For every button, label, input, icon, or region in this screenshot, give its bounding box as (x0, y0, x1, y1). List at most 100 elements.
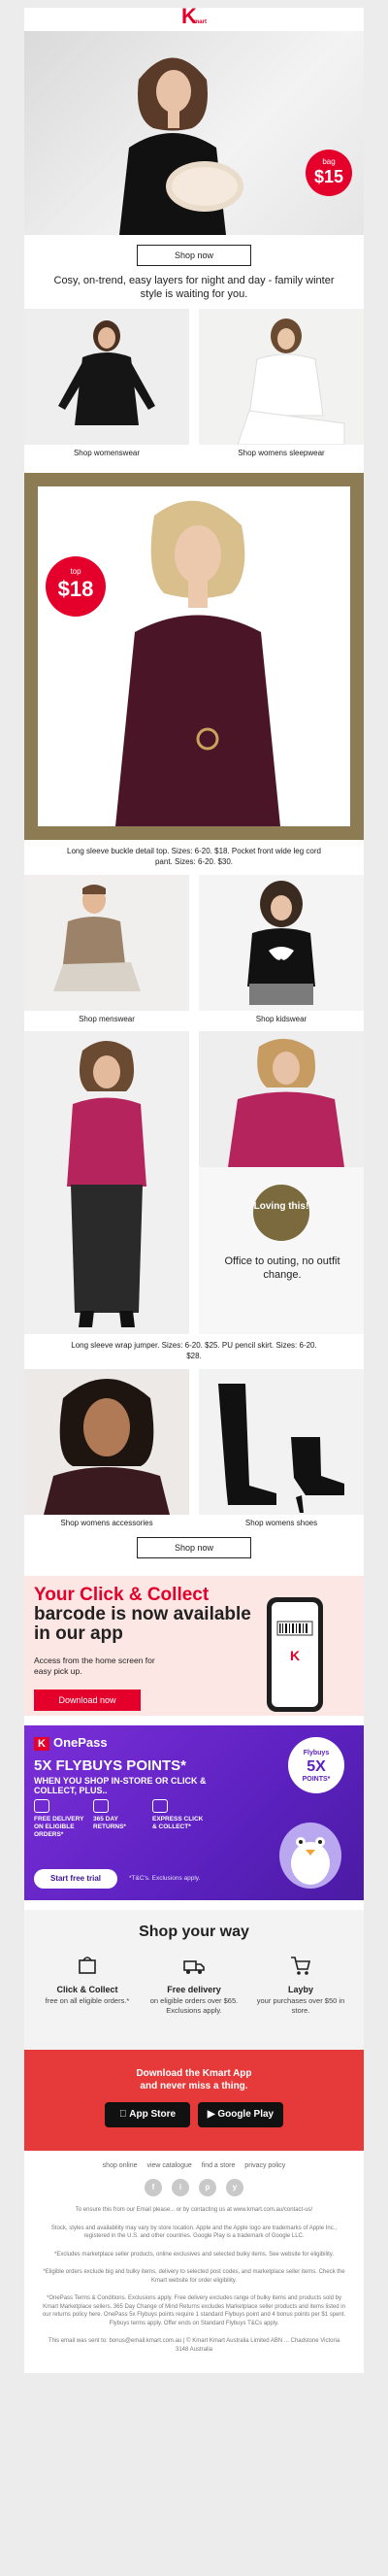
brand-small: mart (193, 19, 207, 25)
pinterest-icon[interactable]: p (199, 2179, 216, 2196)
shoes-image[interactable] (199, 1369, 364, 1515)
shopping-cart-icon (291, 1957, 311, 1975)
app-band-heading: Download the Kmart App and never miss a … (24, 2050, 364, 2092)
svg-text:K: K (290, 1648, 300, 1663)
shop-way-click-collect[interactable]: Click & Collect free on all eligible ord… (41, 1955, 134, 2016)
start-free-trial-button[interactable]: Start free trial (34, 1869, 117, 1889)
app-download-band: Download the Kmart App and never miss a … (24, 2050, 364, 2151)
feature-frame: top $18 (24, 473, 364, 840)
feature-caption: Long sleeve buckle detail top. Sizes: 6-… (67, 847, 321, 866)
email-header: Kmart (24, 6, 364, 33)
price-badge-label: bag (322, 157, 336, 166)
footer-link[interactable]: view catalogue (146, 2162, 191, 2169)
tile-womens-shoes[interactable]: Shop womens shoes (199, 1369, 364, 1535)
footer-link[interactable]: shop online (103, 2162, 138, 2169)
click-collect-title-red: Your Click & Collect (34, 1585, 210, 1605)
phone-screen: K (272, 1602, 318, 1707)
onepass-banner[interactable]: K OnePass 5X FLYBUYS POINTS* WHEN YOU SHO… (24, 1725, 364, 1900)
app-store-label: App Store (124, 2109, 176, 2120)
feature-2-model-illustration (67, 1041, 146, 1327)
tile-caption[interactable]: Shop kidswear (199, 1011, 364, 1031)
footer-fine-print: Stock, styles and availability may vary … (50, 2225, 338, 2240)
feature-image-top[interactable]: top $18 (38, 486, 350, 826)
app-band-line-1: Download the Kmart App (136, 2068, 252, 2079)
tile-menswear[interactable]: Shop menswear (24, 875, 189, 1031)
footer-links: shop online view catalogue find a store … (42, 2162, 346, 2169)
tile-caption[interactable]: Shop womens shoes (199, 1515, 364, 1535)
feature-2-text-panel: Loving this! Office to outing, no outfit… (199, 1167, 364, 1334)
email-container: Kmart bag $15 Shop now Cosy, on-trend, e… (24, 6, 364, 2373)
tile-womens-accessories[interactable]: Shop womens accessories (24, 1369, 189, 1535)
loving-this-badge: Loving this! (253, 1185, 309, 1241)
shop-now-button[interactable]: Shop now (137, 245, 251, 266)
tile-womens-sleepwear[interactable]: Shop womens sleepwear (199, 309, 364, 465)
click-collect-icon (79, 1957, 96, 1974)
kmart-logo[interactable]: Kmart (181, 6, 207, 33)
onepass-terms[interactable]: *T&C's. Exclusions apply. (129, 1875, 200, 1882)
menswear-model-illustration (53, 885, 141, 991)
facebook-icon[interactable]: f (145, 2179, 162, 2196)
sleepwear-image[interactable] (199, 309, 364, 445)
onepass-feature-label: FREE DELIVERY ON ELIGIBLE ORDERS* (34, 1816, 84, 1838)
boots-illustration (218, 1384, 344, 1513)
onepass-title: 5X FLYBUYS POINTS* (34, 1757, 186, 1774)
shop-way-title: Free delivery (167, 1985, 221, 1994)
flybuys-badge-bottom: POINTS* (302, 1776, 331, 1783)
tile-caption[interactable]: Shop menswear (24, 1011, 189, 1031)
social-icons: f i p y (42, 2179, 346, 2196)
footer-link[interactable]: privacy policy (244, 2162, 285, 2169)
app-store-button[interactable]:  App Store (105, 2102, 190, 2127)
onepass-features: FREE DELIVERY ON ELIGIBLE ORDERS* 365 DA… (34, 1799, 206, 1839)
click-collect-banner[interactable]: Your Click & Collect barcode is now avai… (24, 1576, 364, 1716)
app-store-buttons:  App Store ▶ Google Play (24, 2102, 364, 2127)
feature-2-right[interactable]: Loving this! Office to outing, no outfit… (199, 1031, 364, 1334)
instagram-icon[interactable]: i (172, 2179, 189, 2196)
flybuys-badge-top: Flybuys (303, 1750, 330, 1756)
accessories-image[interactable] (24, 1369, 189, 1515)
shop-way-layby[interactable]: Layby your purchases over $50 in store. (254, 1955, 347, 2016)
click-collect-title-rest: barcode is now available in our app (34, 1604, 251, 1644)
onepass-feature-label: EXPRESS CLICK & COLLECT* (152, 1816, 204, 1830)
kidswear-image[interactable] (199, 875, 364, 1011)
shop-way-title: Click & Collect (56, 1985, 118, 1994)
tile-caption[interactable]: Shop womens sleepwear (199, 445, 364, 465)
category-row-1: Shop womenswear Shop womens sleepwear (24, 309, 364, 465)
onepass-feature-label: 365 DAY RETURNS* (93, 1816, 126, 1830)
menswear-image[interactable] (24, 875, 189, 1011)
price-badge-top: top $18 (46, 556, 106, 617)
youtube-icon[interactable]: y (226, 2179, 243, 2196)
onepass-feature: EXPRESS CLICK & COLLECT* (152, 1799, 206, 1839)
tile-womenswear[interactable]: Shop womenswear (24, 309, 189, 465)
hero-image[interactable]: bag $15 (24, 31, 364, 235)
footer-link[interactable]: find a store (202, 2162, 236, 2169)
category-row-2: Shop menswear Shop kidswear (24, 875, 364, 1031)
feature-2-right-image[interactable] (199, 1031, 364, 1167)
feature-2-left-image[interactable] (24, 1031, 189, 1334)
google-play-button[interactable]: ▶ Google Play (198, 2102, 283, 2127)
flybuys-badge-main: 5X (307, 1758, 326, 1775)
shop-way-free-delivery[interactable]: Free delivery on eligible orders over $6… (147, 1955, 241, 2016)
download-now-button[interactable]: Download now (34, 1689, 141, 1711)
tile-kidswear[interactable]: Shop kidswear (199, 875, 364, 1031)
feature-2-caption: Long sleeve wrap jumper. Sizes: 6-20. $2… (71, 1341, 317, 1360)
onepass-logo: K OnePass (34, 1735, 108, 1751)
footer-address: This email was sent to: bonus@email.kmar… (48, 2338, 340, 2353)
shop-way-desc: free on all eligible orders.* (45, 1996, 130, 2005)
hero-model-illustration (119, 57, 243, 235)
accessories-model-illustration (44, 1379, 170, 1515)
feature-2-row: Loving this! Office to outing, no outfit… (24, 1031, 364, 1334)
shopping-bag-icon (152, 1799, 168, 1813)
tile-caption[interactable]: Shop womens accessories (24, 1515, 189, 1535)
shop-now-button-2[interactable]: Shop now (137, 1537, 251, 1558)
onepass-feature: 365 DAY RETURNS* (93, 1799, 146, 1839)
shop-your-way-items: Click & Collect free on all eligible ord… (24, 1941, 364, 2016)
delivery-truck-icon (34, 1799, 49, 1813)
category-row-3: Shop womens accessories Shop womens shoe… (24, 1369, 364, 1535)
tagline-text: Cosy, on-trend, easy layers for night an… (53, 275, 335, 300)
womenswear-image[interactable] (24, 309, 189, 445)
shop-way-title: Layby (287, 1985, 313, 1994)
click-collect-title: Your Click & Collect barcode is now avai… (34, 1586, 257, 1644)
shop-way-desc: your purchases over $50 in store. (256, 1996, 345, 2015)
tile-caption[interactable]: Shop womenswear (24, 445, 189, 465)
feature-2-left[interactable] (24, 1031, 189, 1334)
